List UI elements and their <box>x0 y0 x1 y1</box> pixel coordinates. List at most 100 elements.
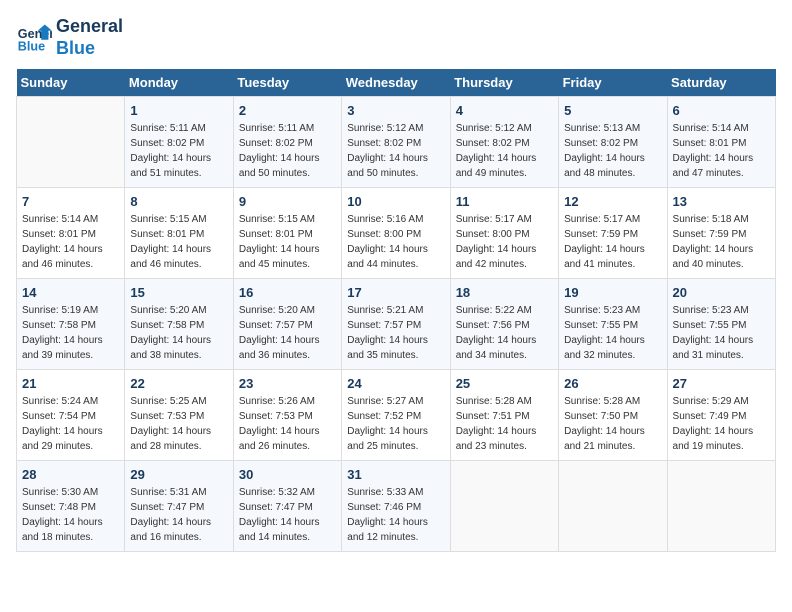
day-number: 25 <box>456 376 553 391</box>
header-cell-sunday: Sunday <box>17 69 125 97</box>
day-info: Sunrise: 5:24 AMSunset: 7:54 PMDaylight:… <box>22 394 119 454</box>
calendar-cell: 15 Sunrise: 5:20 AMSunset: 7:58 PMDayligh… <box>125 279 233 370</box>
day-number: 23 <box>239 376 336 391</box>
calendar-cell <box>667 461 775 552</box>
calendar-cell: 27 Sunrise: 5:29 AMSunset: 7:49 PMDayligh… <box>667 370 775 461</box>
day-number: 8 <box>130 194 227 209</box>
day-number: 9 <box>239 194 336 209</box>
day-number: 12 <box>564 194 661 209</box>
calendar-week-2: 14 Sunrise: 5:19 AMSunset: 7:58 PMDayligh… <box>17 279 776 370</box>
day-number: 18 <box>456 285 553 300</box>
day-number: 6 <box>673 103 770 118</box>
calendar-cell: 5Sunrise: 5:13 AMSunset: 8:02 PMDaylight… <box>559 97 667 188</box>
calendar-cell: 28 Sunrise: 5:30 AMSunset: 7:48 PMDayligh… <box>17 461 125 552</box>
calendar-week-4: 28 Sunrise: 5:30 AMSunset: 7:48 PMDayligh… <box>17 461 776 552</box>
day-number: 27 <box>673 376 770 391</box>
header-cell-wednesday: Wednesday <box>342 69 450 97</box>
logo: General Blue General Blue <box>16 16 123 59</box>
day-info: Sunrise: 5:17 AMSunset: 7:59 PMDaylight:… <box>564 212 661 272</box>
day-info: Sunrise: 5:28 AMSunset: 7:50 PMDaylight:… <box>564 394 661 454</box>
logo-line1: General <box>56 16 123 38</box>
day-number: 4 <box>456 103 553 118</box>
calendar-header-row: SundayMondayTuesdayWednesdayThursdayFrid… <box>17 69 776 97</box>
day-info: Sunrise: 5:20 AMSunset: 7:58 PMDaylight:… <box>130 303 227 363</box>
day-info: Sunrise: 5:23 AMSunset: 7:55 PMDaylight:… <box>673 303 770 363</box>
calendar-cell: 12 Sunrise: 5:17 AMSunset: 7:59 PMDayligh… <box>559 188 667 279</box>
day-info: Sunrise: 5:14 AMSunset: 8:01 PMDaylight:… <box>673 121 770 181</box>
calendar-cell: 17 Sunrise: 5:21 AMSunset: 7:57 PMDayligh… <box>342 279 450 370</box>
day-number: 29 <box>130 467 227 482</box>
day-number: 28 <box>22 467 119 482</box>
calendar-cell: 9 Sunrise: 5:15 AMSunset: 8:01 PMDaylight… <box>233 188 341 279</box>
day-info: Sunrise: 5:33 AMSunset: 7:46 PMDaylight:… <box>347 485 444 545</box>
calendar-cell: 16Sunrise: 5:20 AMSunset: 7:57 PMDayligh… <box>233 279 341 370</box>
calendar-cell: 7 Sunrise: 5:14 AMSunset: 8:01 PMDaylight… <box>17 188 125 279</box>
day-info: Sunrise: 5:30 AMSunset: 7:48 PMDaylight:… <box>22 485 119 545</box>
calendar-cell: 6 Sunrise: 5:14 AMSunset: 8:01 PMDaylight… <box>667 97 775 188</box>
calendar-week-3: 21 Sunrise: 5:24 AMSunset: 7:54 PMDayligh… <box>17 370 776 461</box>
calendar-cell: 30Sunrise: 5:32 AMSunset: 7:47 PMDayligh… <box>233 461 341 552</box>
calendar-cell: 4 Sunrise: 5:12 AMSunset: 8:02 PMDaylight… <box>450 97 558 188</box>
header-cell-saturday: Saturday <box>667 69 775 97</box>
day-number: 24 <box>347 376 444 391</box>
calendar-cell <box>559 461 667 552</box>
day-info: Sunrise: 5:26 AMSunset: 7:53 PMDaylight:… <box>239 394 336 454</box>
day-number: 3 <box>347 103 444 118</box>
day-number: 26 <box>564 376 661 391</box>
day-info: Sunrise: 5:12 AMSunset: 8:02 PMDaylight:… <box>456 121 553 181</box>
day-number: 14 <box>22 285 119 300</box>
day-info: Sunrise: 5:32 AMSunset: 7:47 PMDaylight:… <box>239 485 336 545</box>
calendar-cell: 29Sunrise: 5:31 AMSunset: 7:47 PMDayligh… <box>125 461 233 552</box>
day-info: Sunrise: 5:11 AMSunset: 8:02 PMDaylight:… <box>239 121 336 181</box>
day-number: 19 <box>564 285 661 300</box>
day-info: Sunrise: 5:25 AMSunset: 7:53 PMDaylight:… <box>130 394 227 454</box>
day-number: 5 <box>564 103 661 118</box>
header-cell-friday: Friday <box>559 69 667 97</box>
calendar-week-0: 1 Sunrise: 5:11 AMSunset: 8:02 PMDaylight… <box>17 97 776 188</box>
calendar-cell: 23 Sunrise: 5:26 AMSunset: 7:53 PMDayligh… <box>233 370 341 461</box>
day-number: 7 <box>22 194 119 209</box>
header-cell-monday: Monday <box>125 69 233 97</box>
svg-text:Blue: Blue <box>18 39 45 53</box>
day-info: Sunrise: 5:15 AMSunset: 8:01 PMDaylight:… <box>130 212 227 272</box>
header-cell-tuesday: Tuesday <box>233 69 341 97</box>
day-info: Sunrise: 5:21 AMSunset: 7:57 PMDaylight:… <box>347 303 444 363</box>
calendar-cell: 3 Sunrise: 5:12 AMSunset: 8:02 PMDaylight… <box>342 97 450 188</box>
calendar-cell: 25 Sunrise: 5:28 AMSunset: 7:51 PMDayligh… <box>450 370 558 461</box>
day-info: Sunrise: 5:28 AMSunset: 7:51 PMDaylight:… <box>456 394 553 454</box>
day-info: Sunrise: 5:20 AMSunset: 7:57 PMDaylight:… <box>239 303 336 363</box>
day-number: 21 <box>22 376 119 391</box>
calendar-cell: 22Sunrise: 5:25 AMSunset: 7:53 PMDayligh… <box>125 370 233 461</box>
calendar-cell <box>17 97 125 188</box>
day-info: Sunrise: 5:15 AMSunset: 8:01 PMDaylight:… <box>239 212 336 272</box>
day-number: 15 <box>130 285 227 300</box>
day-number: 17 <box>347 285 444 300</box>
day-number: 10 <box>347 194 444 209</box>
day-info: Sunrise: 5:19 AMSunset: 7:58 PMDaylight:… <box>22 303 119 363</box>
day-info: Sunrise: 5:18 AMSunset: 7:59 PMDaylight:… <box>673 212 770 272</box>
day-info: Sunrise: 5:16 AMSunset: 8:00 PMDaylight:… <box>347 212 444 272</box>
logo-icon: General Blue <box>16 20 52 56</box>
calendar-cell: 11Sunrise: 5:17 AMSunset: 8:00 PMDayligh… <box>450 188 558 279</box>
calendar-table: SundayMondayTuesdayWednesdayThursdayFrid… <box>16 69 776 552</box>
calendar-cell: 13 Sunrise: 5:18 AMSunset: 7:59 PMDayligh… <box>667 188 775 279</box>
logo-line2: Blue <box>56 38 123 60</box>
calendar-cell: 20 Sunrise: 5:23 AMSunset: 7:55 PMDayligh… <box>667 279 775 370</box>
day-number: 2 <box>239 103 336 118</box>
day-info: Sunrise: 5:27 AMSunset: 7:52 PMDaylight:… <box>347 394 444 454</box>
day-info: Sunrise: 5:12 AMSunset: 8:02 PMDaylight:… <box>347 121 444 181</box>
calendar-cell: 26 Sunrise: 5:28 AMSunset: 7:50 PMDayligh… <box>559 370 667 461</box>
calendar-cell: 19 Sunrise: 5:23 AMSunset: 7:55 PMDayligh… <box>559 279 667 370</box>
calendar-cell: 1Sunrise: 5:11 AMSunset: 8:02 PMDaylight… <box>125 97 233 188</box>
day-number: 20 <box>673 285 770 300</box>
day-number: 13 <box>673 194 770 209</box>
day-info: Sunrise: 5:14 AMSunset: 8:01 PMDaylight:… <box>22 212 119 272</box>
day-info: Sunrise: 5:23 AMSunset: 7:55 PMDaylight:… <box>564 303 661 363</box>
day-number: 31 <box>347 467 444 482</box>
day-info: Sunrise: 5:22 AMSunset: 7:56 PMDaylight:… <box>456 303 553 363</box>
day-number: 11 <box>456 194 553 209</box>
day-info: Sunrise: 5:29 AMSunset: 7:49 PMDaylight:… <box>673 394 770 454</box>
calendar-week-1: 7 Sunrise: 5:14 AMSunset: 8:01 PMDaylight… <box>17 188 776 279</box>
day-number: 1 <box>130 103 227 118</box>
calendar-cell: 31 Sunrise: 5:33 AMSunset: 7:46 PMDayligh… <box>342 461 450 552</box>
